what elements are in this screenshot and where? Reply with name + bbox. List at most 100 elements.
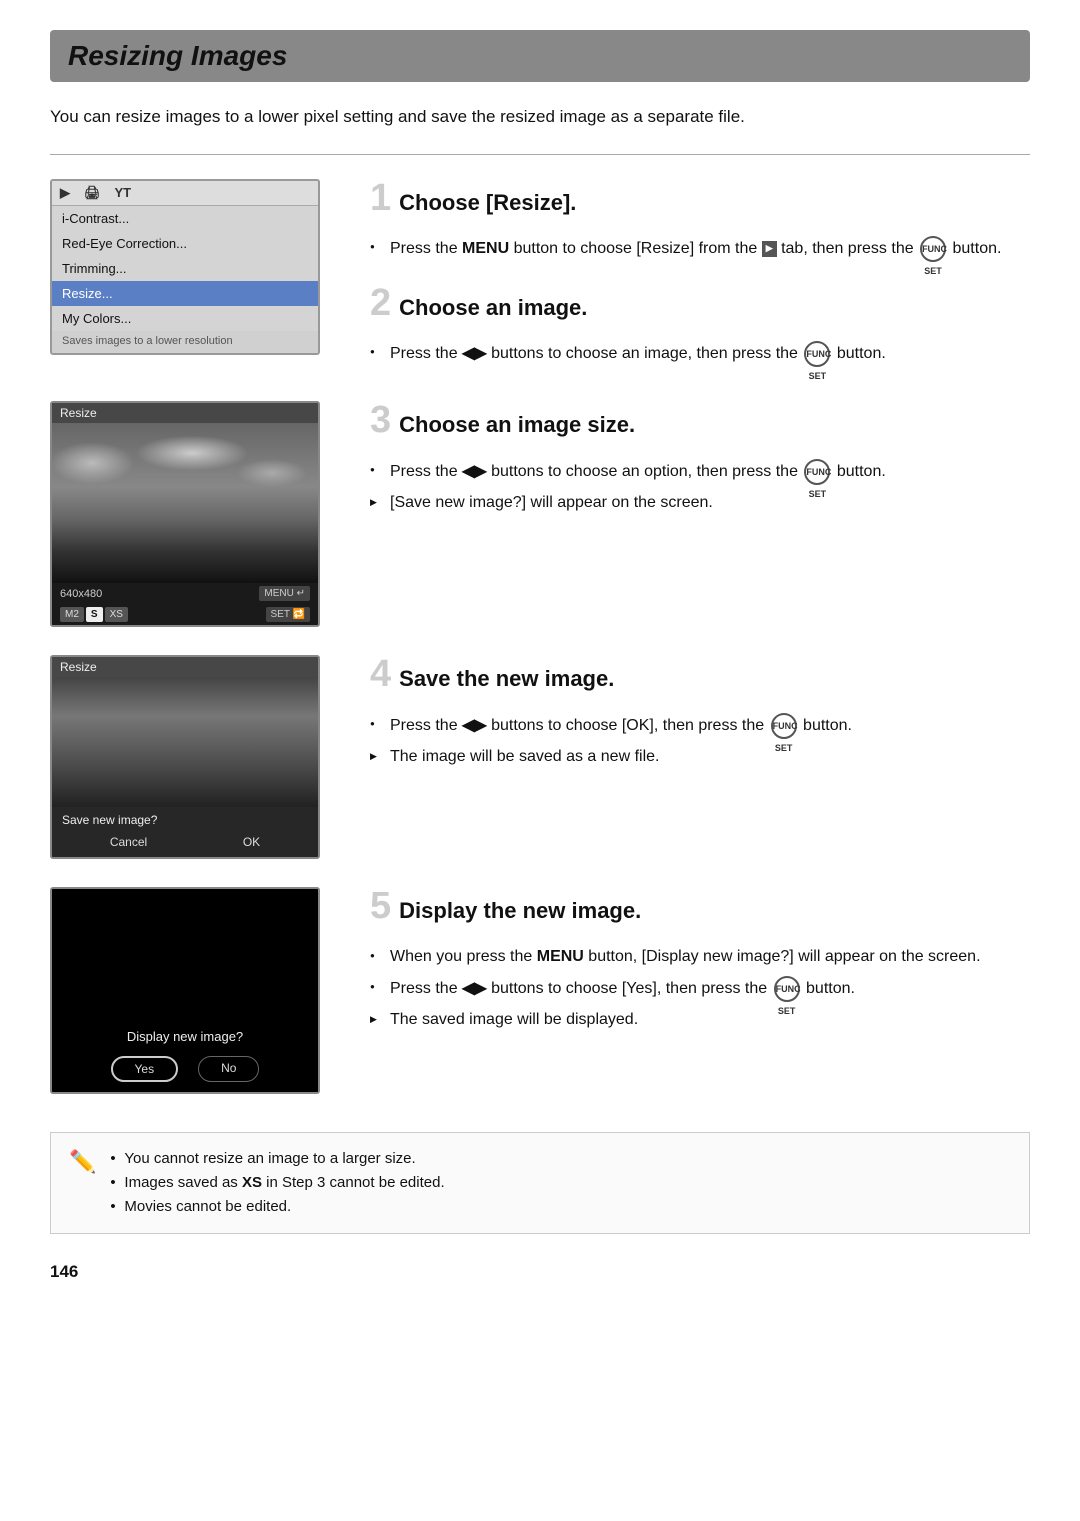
menu-item-mycolors: My Colors... [52,306,318,331]
menu-text-1: MENU [462,240,509,257]
step-4-number: 4 [370,655,391,693]
ok-btn: OK [223,833,280,851]
step-5-arrow-1: The saved image will be displayed. [370,1008,1030,1033]
settings-tab-icon: YT [115,185,132,200]
print-tab-icon: 🖨 [84,185,101,201]
step-3-bullets: Press the ◀▶ buttons to choose an option… [370,459,1030,516]
size-m2-btn: M2 [60,607,84,622]
step-5-number: 5 [370,887,391,925]
note-3: Movies cannot be edited. [110,1195,444,1219]
step-row-1: ▶ 🖨 YT i-Contrast... Red-Eye Correction.… [50,179,1030,374]
cancel-btn: Cancel [90,833,167,851]
size-buttons-group: M2 S XS [60,607,128,622]
page-wrapper: Resizing Images You can resize images to… [0,0,1080,1521]
size-buttons-bar: M2 S XS SET 🔁 [52,604,318,625]
step-4-arrow-1: The image will be saved as a new file. [370,745,1030,770]
xs-text: XS [242,1174,262,1191]
note-2: Images saved as XS in Step 3 cannot be e… [110,1171,444,1195]
lr-arrows-5: ◀▶ [462,980,487,997]
step-1-heading-wrap: 1 Choose [Resize]. [370,179,1030,226]
step-5-bullets: When you press the MENU button, [Display… [370,945,1030,1033]
step-2-bullet-1: Press the ◀▶ buttons to choose an image,… [370,341,1030,367]
step-5-bullet-1: When you press the MENU button, [Display… [370,945,1030,970]
step-2: 2 Choose an image. Press the ◀▶ buttons … [370,284,1030,367]
notes-section: ✏️ You cannot resize an image to a large… [50,1132,1030,1234]
step-5-bullet-2: Press the ◀▶ buttons to choose [Yes], th… [370,976,1030,1002]
set-btn: SET 🔁 [266,607,311,622]
screen-save-dialog: Resize Save new image? Cancel OK [50,655,320,859]
page-title: Resizing Images [68,40,1012,72]
menu-text-5: MENU [537,948,584,965]
steps-1-2-col: 1 Choose [Resize]. Press the MENU button… [370,179,1030,374]
step-2-number: 2 [370,284,391,322]
save-image-bg [52,677,318,807]
func-set-btn-4: FUNCSET [771,713,797,739]
content-area: ▶ 🖨 YT i-Contrast... Red-Eye Correction.… [50,179,1030,1283]
func-set-btn-1: FUNCSET [920,236,946,262]
step-4-bullets: Press the ◀▶ buttons to choose [OK], the… [370,713,1030,770]
menu-item-trimming: Trimming... [52,256,318,281]
step-2-heading: Choose an image. [399,295,587,321]
step-2-heading-wrap: 2 Choose an image. [370,284,1030,331]
screen-4-col: Display new image? Yes No [50,887,340,1094]
size-s-btn: S [86,607,103,622]
func-set-btn-2: FUNCSET [804,341,830,367]
menu-item-resize: Resize... [52,281,318,306]
step-row-3: Resize 640x480 MENU ↵ M2 S XS [50,401,1030,627]
pencil-icon: ✏️ [69,1149,96,1175]
step-4-col: 4 Save the new image. Press the ◀▶ butto… [370,655,1030,775]
step-3-col: 3 Choose an image size. Press the ◀▶ but… [370,401,1030,521]
menu-item-icontrast: i-Contrast... [52,206,318,231]
display-dialog-box: Display new image? Yes No [52,1019,318,1092]
save-dialog-box: Save new image? Cancel OK [52,807,318,857]
screen-image-resize: Resize 640x480 MENU ↵ M2 S XS [50,401,320,627]
display-dialog-btns: Yes No [62,1056,308,1082]
step-1-bullets: Press the MENU button to choose [Resize]… [370,236,1030,262]
save-dialog-text: Save new image? [62,813,308,827]
play-icon-1: ▶ [762,241,777,257]
play-tab-icon: ▶ [60,185,70,201]
func-set-btn-3: FUNCSET [804,459,830,485]
size-xs-btn: XS [105,607,128,622]
size-label: 640x480 [60,588,102,600]
step-4-heading: Save the new image. [399,666,614,692]
lr-arrows-3: ◀▶ [462,463,487,480]
save-dialog-btns: Cancel OK [62,833,308,851]
screen-1-col: ▶ 🖨 YT i-Contrast... Red-Eye Correction.… [50,179,340,355]
no-btn: No [198,1056,259,1082]
step-1-number: 1 [370,179,391,217]
screen-3-col: Resize Save new image? Cancel OK [50,655,340,859]
screen-display-dialog: Display new image? Yes No [50,887,320,1094]
step-3-number: 3 [370,401,391,439]
intro-text: You can resize images to a lower pixel s… [50,104,1030,130]
func-set-btn-5: FUNCSET [774,976,800,1002]
step-3-heading: Choose an image size. [399,412,635,438]
menu-btn-icon: MENU ↵ [259,586,310,601]
section-divider [50,154,1030,155]
screen-mockup-menu: ▶ 🖨 YT i-Contrast... Red-Eye Correction.… [50,179,320,355]
menu-item-redeye: Red-Eye Correction... [52,231,318,256]
step-row-4: Resize Save new image? Cancel OK 4 Save … [50,655,1030,859]
step-1-bullet-1: Press the MENU button to choose [Resize]… [370,236,1030,262]
step-row-5: Display new image? Yes No 5 Display the … [50,887,1030,1094]
step-3-heading-wrap: 3 Choose an image size. [370,401,1030,448]
step-1: 1 Choose [Resize]. Press the MENU button… [370,179,1030,262]
step-4-heading-wrap: 4 Save the new image. [370,655,1030,702]
step-3-arrow-1: [Save new image?] will appear on the scr… [370,491,1030,516]
step-1-heading: Choose [Resize]. [399,190,576,216]
screen-2-col: Resize 640x480 MENU ↵ M2 S XS [50,401,340,627]
cloud-scene [52,423,318,583]
note-1: You cannot resize an image to a larger s… [110,1147,444,1171]
step-5-heading-wrap: 5 Display the new image. [370,887,1030,934]
save-label: Resize [52,657,318,677]
lr-arrows-4: ◀▶ [462,717,487,734]
step-5-heading: Display the new image. [399,898,641,924]
step-3-bullet-1: Press the ◀▶ buttons to choose an option… [370,459,1030,485]
step-4-bullet-1: Press the ◀▶ buttons to choose [OK], the… [370,713,1030,739]
image-content-resize [52,423,318,583]
bottom-bar-resize: 640x480 MENU ↵ [52,583,318,604]
lr-arrows-2: ◀▶ [462,346,487,363]
step-2-bullets: Press the ◀▶ buttons to choose an image,… [370,341,1030,367]
page-number: 146 [50,1262,1030,1282]
display-dialog-text: Display new image? [62,1029,308,1044]
